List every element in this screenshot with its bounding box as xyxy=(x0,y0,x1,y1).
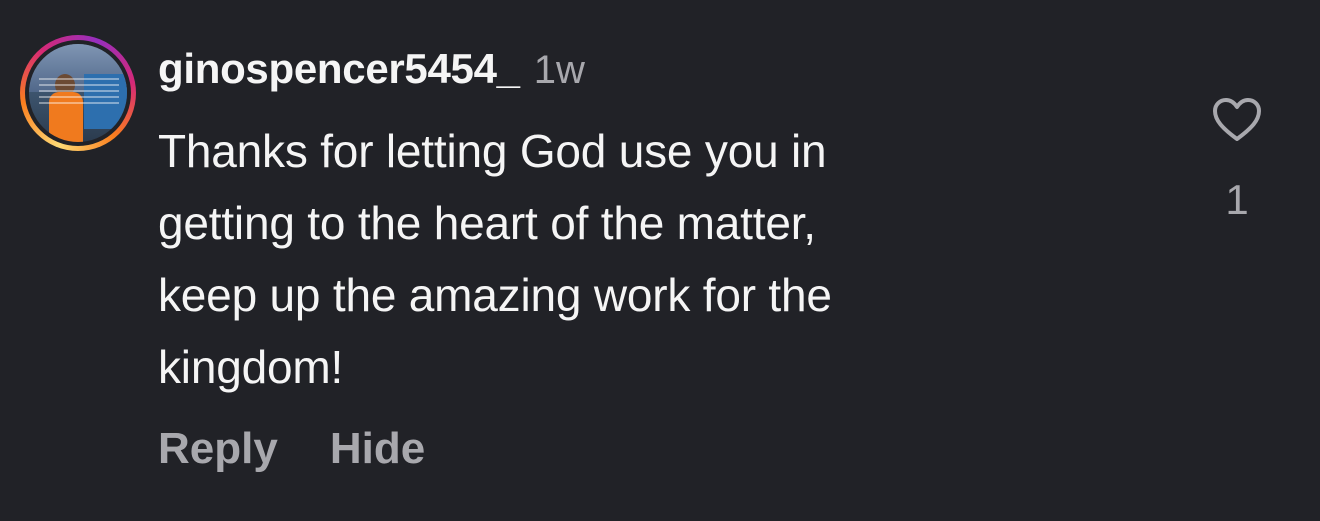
comment-timestamp: 1w xyxy=(533,48,585,92)
comment-text-line: Thanks for letting God use you in xyxy=(158,125,827,177)
avatar-ring-gap xyxy=(25,40,131,146)
reply-button[interactable]: Reply xyxy=(158,424,278,474)
hide-button[interactable]: Hide xyxy=(330,424,425,474)
comment-text-line: kingdom! xyxy=(158,341,344,393)
avatar xyxy=(29,44,127,142)
heart-icon[interactable] xyxy=(1212,97,1262,143)
username-link[interactable]: ginospencer5454_ xyxy=(158,45,520,93)
comment-text-line: keep up the amazing work for the xyxy=(158,269,832,321)
comment-item: ginospencer5454_ 1w Thanks for letting G… xyxy=(0,0,1320,521)
avatar-photo-caption xyxy=(39,78,119,104)
comment-text-line: getting to the heart of the matter, xyxy=(158,197,816,249)
comment-header: ginospencer5454_ 1w xyxy=(158,45,585,101)
like-count: 1 xyxy=(1225,176,1249,223)
comment-body: Thanks for letting God use you in gettin… xyxy=(158,115,1058,403)
comment-actions: Reply Hide xyxy=(158,424,425,474)
avatar-story-ring[interactable] xyxy=(20,35,136,151)
